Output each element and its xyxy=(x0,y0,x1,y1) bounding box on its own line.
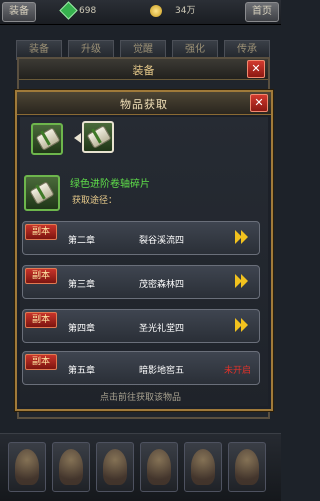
equip-dialog-header: 装备 ✕ xyxy=(19,59,268,80)
scroll-item-icon[interactable] xyxy=(31,123,63,155)
hero-bar xyxy=(0,433,281,501)
chevron-left-icon xyxy=(74,133,81,143)
hero-portrait xyxy=(103,449,127,485)
scroll-fragment-icon[interactable] xyxy=(82,121,114,153)
item-name: 绿色进阶卷轴碎片 xyxy=(70,179,150,190)
background-tabs: 装备 升级 觉醒 强化 传承 xyxy=(16,40,270,60)
item-icon xyxy=(24,175,60,211)
hero-slot[interactable] xyxy=(184,442,222,492)
route-row[interactable]: 副本 第三章 茂密森林四 xyxy=(22,265,260,299)
dungeon-tag: 副本 xyxy=(25,224,57,240)
hero-portrait xyxy=(147,449,171,485)
equip-dialog-title: 装备 xyxy=(132,64,155,77)
acquire-dialog-title: 物品获取 xyxy=(120,98,168,111)
home-button[interactable]: 首页 xyxy=(245,2,279,22)
gold-value: 34万 xyxy=(175,6,196,16)
route-row-locked[interactable]: 副本 第五章 暗影地窖五 未开启 xyxy=(22,351,260,385)
acquire-way-label: 获取途径： xyxy=(72,196,118,206)
hero-portrait xyxy=(191,449,215,485)
route-chapter: 第五章 xyxy=(68,366,96,376)
route-stage: 茂密森林四 xyxy=(139,280,185,290)
route-chapter: 第四章 xyxy=(68,324,96,334)
locked-status: 未开启 xyxy=(223,366,251,376)
gem-value: 698 xyxy=(79,6,97,16)
route-row[interactable]: 副本 第四章 圣光礼堂四 xyxy=(22,309,260,343)
route-stage: 暗影地窖五 xyxy=(139,366,185,376)
hero-portrait xyxy=(59,449,83,485)
top-bar: 装备 698 34万 首页 xyxy=(0,0,281,25)
route-stage: 圣光礼堂四 xyxy=(139,324,185,334)
route-chapter: 第三章 xyxy=(68,280,96,290)
go-arrow-icon[interactable] xyxy=(235,230,251,244)
dungeon-tag: 副本 xyxy=(25,312,57,328)
route-chapter: 第二章 xyxy=(68,236,96,246)
go-arrow-icon[interactable] xyxy=(235,318,251,332)
route-stage: 裂谷溪流四 xyxy=(139,236,185,246)
close-icon[interactable]: ✕ xyxy=(250,94,268,112)
gem-icon xyxy=(59,1,78,20)
hero-slot[interactable] xyxy=(96,442,134,492)
back-button[interactable]: 装备 xyxy=(2,2,36,22)
route-row[interactable]: 副本 第二章 裂谷溪流四 xyxy=(22,221,260,255)
hero-slot[interactable] xyxy=(52,442,90,492)
dungeon-tag: 副本 xyxy=(25,354,57,370)
gold-counter: 34万 xyxy=(150,4,195,18)
hero-slot[interactable] xyxy=(228,442,266,492)
dungeon-tag: 副本 xyxy=(25,268,57,284)
acquire-dialog-header: 物品获取 ✕ xyxy=(17,92,271,115)
hero-portrait xyxy=(15,449,39,485)
gem-counter: 698 xyxy=(59,1,97,20)
equip-close-button[interactable]: ✕ xyxy=(247,60,265,78)
hero-slot[interactable] xyxy=(8,442,46,492)
acquire-hint: 点击前往获取该物品 xyxy=(99,393,181,403)
hero-portrait xyxy=(235,449,259,485)
gold-coin-icon xyxy=(150,4,162,17)
hero-slot[interactable] xyxy=(140,442,178,492)
go-arrow-icon[interactable] xyxy=(235,274,251,288)
